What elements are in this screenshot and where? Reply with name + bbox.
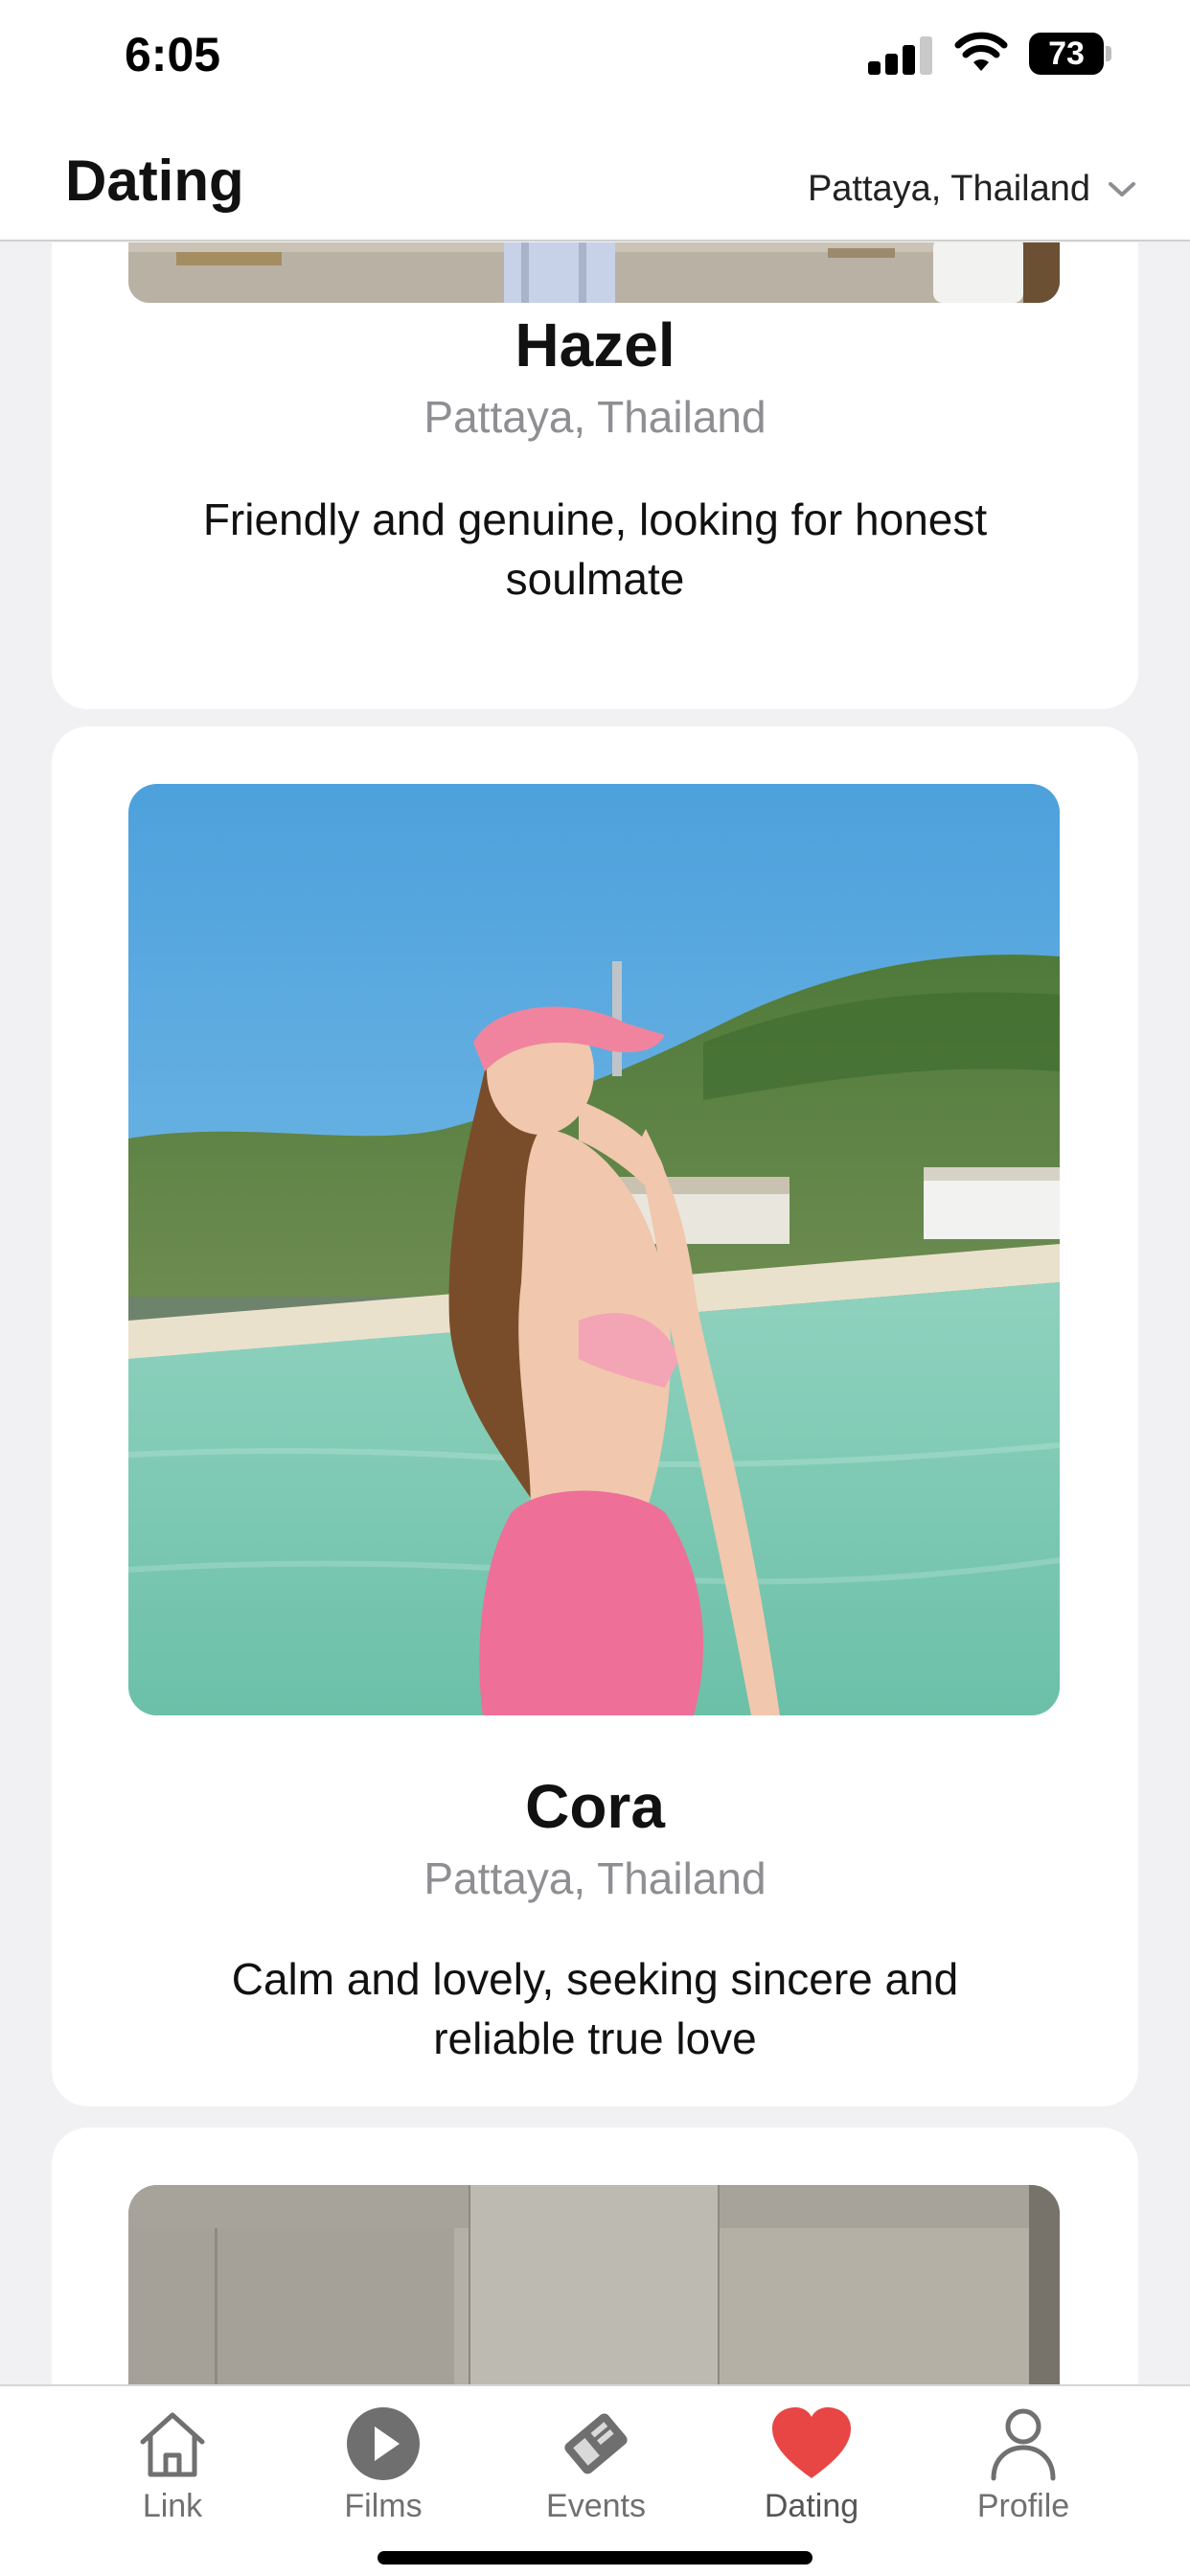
tab-label: Dating (764, 2488, 859, 2524)
heart-icon (772, 2407, 851, 2478)
profile-card[interactable]: Cora Pattaya, Thailand Calm and lovely, … (52, 726, 1138, 2106)
wifi-icon (954, 32, 1008, 71)
profile-bio-line: reliable true love (433, 2013, 757, 2063)
tab-films[interactable]: Films (297, 2404, 469, 2547)
tab-label: Link (142, 2488, 203, 2524)
profile-bio: Calm and lovely, seeking sincere and rel… (138, 1949, 1052, 2068)
tab-events[interactable]: Events (510, 2404, 682, 2547)
cellular-signal-icon (868, 33, 933, 75)
battery-icon: 73 (1029, 33, 1111, 75)
tab-link[interactable]: Link (86, 2404, 259, 2547)
play-icon (347, 2407, 420, 2480)
page-title: Dating (65, 149, 244, 213)
profile-name: Hazel (515, 310, 675, 380)
home-indicator (378, 2551, 812, 2564)
battery-level: 73 (1029, 33, 1104, 75)
location-selector[interactable]: Pattaya, Thailand (808, 163, 1138, 215)
profile-photo[interactable] (128, 2185, 1060, 2384)
profile-bio-line: Friendly and genuine, looking for honest (202, 494, 988, 544)
profile-feed[interactable]: Hazel Pattaya, Thailand Friendly and gen… (0, 242, 1190, 2384)
home-icon (140, 2412, 205, 2477)
tab-dating[interactable]: Dating (725, 2404, 898, 2547)
profile-location: Pattaya, Thailand (423, 1853, 767, 1903)
status-time: 6:05 (125, 28, 221, 81)
tab-profile[interactable]: Profile (937, 2404, 1110, 2547)
tab-label: Events (546, 2488, 646, 2524)
person-icon (991, 2408, 1056, 2481)
tab-bar: Link Films Events Dating Profile (0, 2384, 1190, 2576)
profile-bio-line: soulmate (505, 554, 685, 604)
tab-label: Profile (976, 2488, 1070, 2524)
chevron-down-icon (1109, 182, 1135, 196)
ticket-icon (564, 2413, 628, 2474)
profile-card[interactable]: Hazel Pattaya, Thailand Friendly and gen… (52, 242, 1138, 709)
profile-photo[interactable] (128, 784, 1060, 1715)
profile-location: Pattaya, Thailand (423, 392, 767, 442)
location-selector-label: Pattaya, Thailand (807, 168, 1090, 209)
profile-photo[interactable] (128, 242, 1060, 303)
profile-bio-line: Calm and lovely, seeking sincere and (231, 1954, 959, 2004)
profile-card[interactable] (52, 2128, 1138, 2384)
status-bar: 6:05 73 (0, 0, 1190, 134)
profile-bio: Friendly and genuine, looking for honest… (138, 490, 1052, 609)
profile-name: Cora (525, 1772, 665, 1841)
tab-label: Films (344, 2488, 423, 2524)
app-header: Dating Pattaya, Thailand (0, 134, 1190, 242)
